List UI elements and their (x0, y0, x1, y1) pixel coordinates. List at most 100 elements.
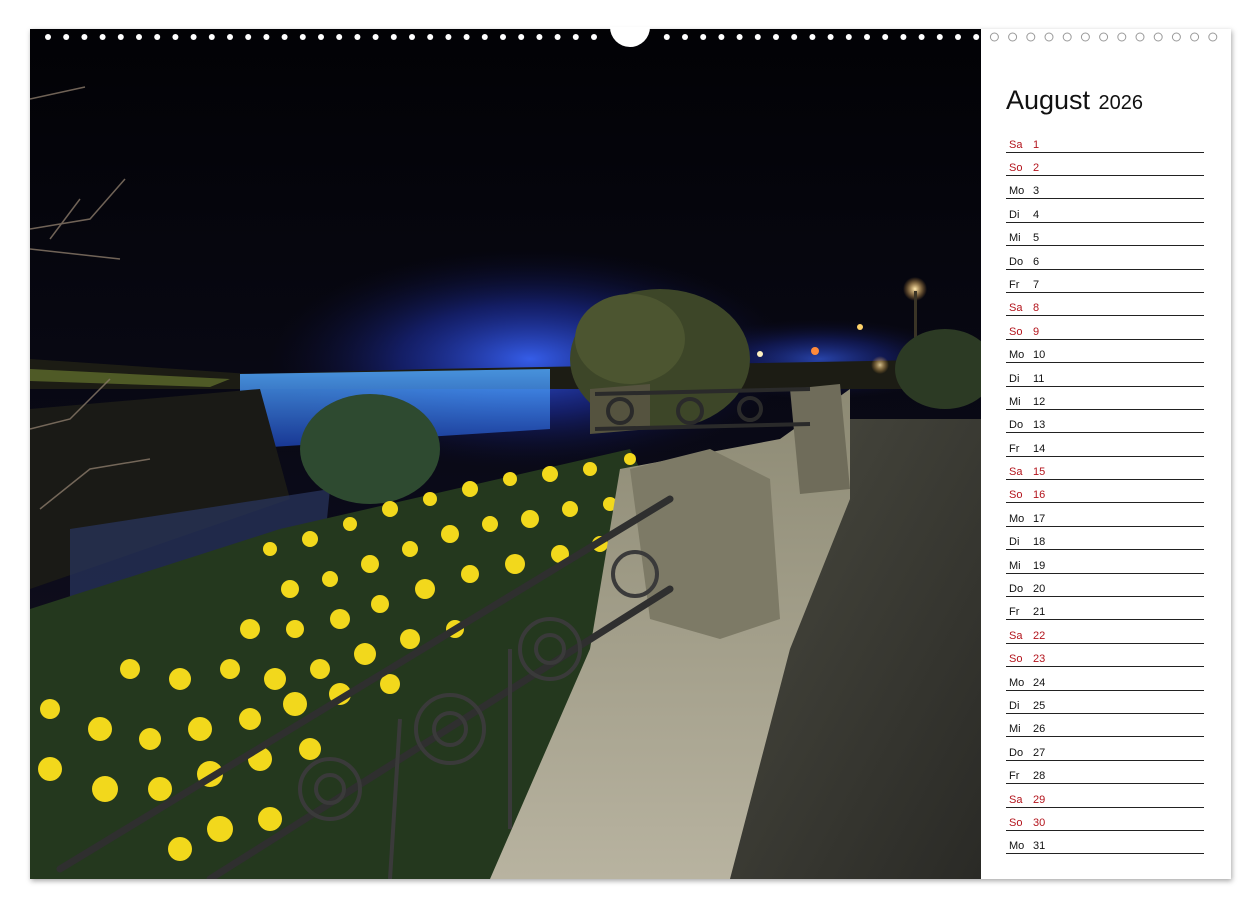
day-number: 15 (1033, 466, 1046, 479)
day-abbr: So (1009, 816, 1023, 829)
day-row: Mi 19 (1006, 551, 1204, 574)
day-number: 30 (1033, 816, 1046, 829)
binding-hole (1117, 32, 1127, 42)
day-abbr: Sa (1009, 138, 1023, 151)
day-abbr: Do (1009, 583, 1024, 596)
day-list: Sa 1 So 2 Mo 3 Di 4 Mi 5 Do 6 Fr 7 Sa 8 So 9 Mo 10 Di 11 Mi 12 D… (1006, 130, 1204, 855)
day-row: Mi 12 (1006, 387, 1204, 410)
day-number: 11 (1033, 372, 1045, 385)
day-row: Mo 24 (1006, 668, 1204, 691)
day-abbr: Sa (1009, 793, 1023, 806)
day-number: 14 (1033, 442, 1046, 455)
binding-hole (1044, 32, 1054, 42)
day-abbr: So (1009, 489, 1023, 502)
day-number: 16 (1033, 489, 1046, 502)
day-abbr: Sa (1009, 629, 1023, 642)
day-abbr: Di (1009, 536, 1020, 549)
binding-hole (1153, 32, 1163, 42)
day-number: 10 (1033, 349, 1046, 362)
day-row: Fr 7 (1006, 270, 1204, 293)
day-number: 24 (1033, 676, 1046, 689)
day-row: Do 27 (1006, 738, 1204, 761)
binding-hole (1190, 32, 1200, 42)
day-abbr: Mi (1009, 559, 1021, 572)
day-number: 29 (1033, 793, 1046, 806)
day-row: Di 11 (1006, 364, 1204, 387)
day-abbr: So (1009, 161, 1023, 174)
day-row: Di 25 (1006, 691, 1204, 714)
day-row: Mo 3 (1006, 177, 1204, 200)
day-row: Sa 22 (1006, 621, 1204, 644)
day-number: 1 (1033, 138, 1040, 151)
day-abbr: Mi (1009, 723, 1021, 736)
day-abbr: Do (1009, 419, 1024, 432)
day-abbr: Di (1009, 208, 1020, 221)
day-row: So 23 (1006, 645, 1204, 668)
day-number: 22 (1033, 629, 1046, 642)
day-row: Mo 17 (1006, 504, 1204, 527)
day-abbr: Sa (1009, 466, 1023, 479)
day-number: 20 (1033, 583, 1046, 596)
day-abbr: Di (1009, 372, 1020, 385)
day-number: 6 (1033, 255, 1040, 268)
day-row: Fr 21 (1006, 598, 1204, 621)
day-abbr: Mo (1009, 676, 1025, 689)
month-name: August (1006, 85, 1091, 115)
day-number: 28 (1033, 770, 1046, 783)
day-abbr: Mo (1009, 512, 1025, 525)
day-row: Do 20 (1006, 574, 1204, 598)
day-abbr: Fr (1009, 606, 1020, 619)
day-abbr: So (1009, 325, 1023, 338)
day-row: Sa 29 (1006, 785, 1204, 808)
day-number: 12 (1033, 395, 1046, 408)
day-number: 4 (1033, 208, 1040, 221)
day-number: 27 (1033, 746, 1046, 759)
day-number: 2 (1033, 161, 1040, 174)
day-row: Mi 26 (1006, 715, 1204, 738)
day-number: 26 (1033, 723, 1046, 736)
binding-hole (1171, 32, 1181, 42)
day-row: So 16 (1006, 481, 1204, 504)
day-row: So 2 (1006, 153, 1204, 176)
day-number: 13 (1033, 419, 1046, 432)
day-number: 19 (1033, 559, 1046, 572)
day-row: Do 6 (1006, 247, 1204, 270)
day-number: 21 (1033, 606, 1046, 619)
day-row: So 9 (1006, 317, 1204, 340)
day-row: Do 13 (1006, 411, 1204, 434)
binding-hole (1099, 32, 1109, 42)
day-abbr: Mi (1009, 232, 1021, 245)
day-abbr: Fr (1009, 770, 1020, 783)
day-abbr: Do (1009, 255, 1024, 268)
day-number: 5 (1033, 232, 1040, 245)
day-number: 17 (1033, 512, 1046, 525)
day-row: Di 18 (1006, 528, 1204, 551)
day-number: 31 (1033, 840, 1046, 853)
day-row: Mo 31 (1006, 832, 1204, 855)
day-abbr: Mo (1009, 349, 1025, 362)
day-row: Mi 5 (1006, 224, 1204, 247)
day-abbr: Fr (1009, 442, 1020, 455)
day-abbr: So (1009, 653, 1023, 666)
binding-hole (1008, 32, 1018, 42)
month-title: August 2026 (1006, 85, 1204, 116)
waterfall-night-photo (30, 29, 981, 879)
photo-illustration (30, 29, 981, 879)
day-number: 23 (1033, 653, 1046, 666)
binding-hole (1026, 32, 1036, 42)
day-row: So 30 (1006, 808, 1204, 831)
day-row: Sa 8 (1006, 294, 1204, 317)
binding-hole (989, 32, 999, 42)
day-number: 18 (1033, 536, 1046, 549)
day-abbr: Mi (1009, 395, 1021, 408)
day-row: Fr 14 (1006, 434, 1204, 457)
day-abbr: Di (1009, 699, 1020, 712)
day-abbr: Sa (1009, 302, 1023, 315)
binding-hole (1080, 32, 1090, 42)
day-row: Sa 1 (1006, 130, 1204, 153)
binding-hole (1062, 32, 1072, 42)
day-abbr: Fr (1009, 278, 1020, 291)
month-year: 2026 (1098, 92, 1144, 114)
binding-hole (1208, 32, 1218, 42)
day-abbr: Mo (1009, 840, 1025, 853)
